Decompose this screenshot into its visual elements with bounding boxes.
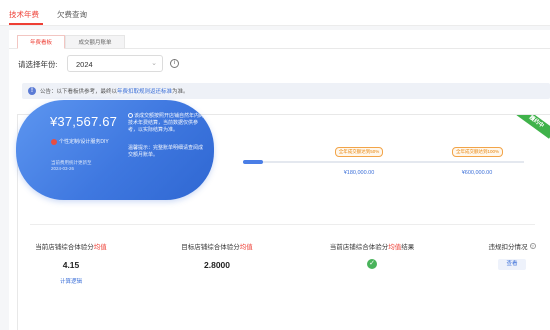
fee-description: 该成交额按照开店铺自然年内的技术年费结算，当前数据仅供参考，以实际结算为准。 — [128, 113, 205, 134]
metric-label: 当前店铺综合体验分均值结果 — [329, 244, 415, 251]
fee-tip: 温馨提示：完整账单明细请查阅成交额月账单。 — [128, 145, 204, 159]
metric-value: 2.8000 — [204, 260, 230, 270]
metric-label: 违规扣分情况? — [488, 243, 536, 251]
sub-tab-monthly-bill[interactable]: 成交额月账单 — [65, 35, 125, 49]
metric-value: 4.15 — [62, 260, 80, 270]
tier-tag: 全年成交额达到50% — [334, 147, 384, 157]
check-circle-icon: ✓ — [367, 259, 377, 269]
notice-rule-link[interactable]: 年费扣取规则返还标准 — [117, 89, 172, 95]
tier-100: 全年成交额达到100% ¥600,000.00 — [452, 147, 504, 176]
notice-text: 公告：以下看板供参考，最终以年费扣取规则返还标准为准。 — [40, 89, 189, 95]
metric-target-score: 目标店铺综合体验分均值 2.8000 — [176, 241, 258, 270]
top-tab-bar: 技术年费 欠费查询 — [0, 0, 550, 26]
category-dot-icon — [51, 138, 57, 145]
status-corner-badge: 履约中 — [516, 115, 550, 139]
chevron-down-icon: ⌄ — [151, 60, 157, 67]
year-label: 请选择年份: — [18, 60, 58, 69]
fee-amount: ¥37,567.67 — [50, 114, 118, 129]
section-divider — [30, 224, 535, 225]
calc-logic-link[interactable]: 计算逻辑 — [30, 277, 112, 285]
tab-tech-annual-fee[interactable]: 技术年费 — [9, 9, 39, 20]
notice-bar: ! 公告：以下看板供参考，最终以年费扣取规则返还标准为准。 — [22, 83, 550, 99]
fee-summary-card: ¥37,567.67 个性定制/设计服务DIY 当前费用统计更新至 2024-0… — [16, 100, 214, 200]
metric-label: 目标店铺综合体验分均值 — [181, 244, 253, 251]
year-select-value: 2024 — [76, 60, 93, 69]
tier-amount: ¥180,000.00 — [343, 170, 375, 176]
active-tab-underline — [9, 23, 43, 25]
tier-50: 全年成交额达到50% ¥180,000.00 — [334, 147, 384, 176]
info-dot-icon: ! — [28, 86, 36, 95]
progress-fill — [243, 160, 263, 164]
tier-tag: 全年成交额达到100% — [452, 147, 504, 157]
category-note: 个性定制/设计服务DIY — [51, 138, 109, 145]
year-select[interactable]: 2024 ⌄ — [67, 55, 163, 72]
info-circle-icon[interactable]: i — [170, 59, 179, 68]
metric-violation: 违规扣分情况? 查看 — [480, 241, 544, 270]
metric-score-result: 当前店铺综合体验分均值结果 ✓ — [322, 241, 422, 269]
sub-tab-fee-dashboard[interactable]: 年费看板 — [17, 35, 65, 49]
metric-current-score: 当前店铺综合体验分均值 4.15 计算逻辑 — [30, 241, 112, 285]
tab-arrears-query[interactable]: 欠费查询 — [57, 9, 87, 20]
metric-label: 当前店铺综合体验分均值 — [35, 244, 107, 251]
info-circle-icon — [128, 113, 133, 118]
view-violation-button[interactable]: 查看 — [498, 259, 526, 270]
question-circle-icon[interactable]: ? — [529, 243, 536, 249]
tier-amount: ¥600,000.00 — [461, 170, 493, 176]
update-date: 2024-03-26 — [51, 166, 75, 171]
